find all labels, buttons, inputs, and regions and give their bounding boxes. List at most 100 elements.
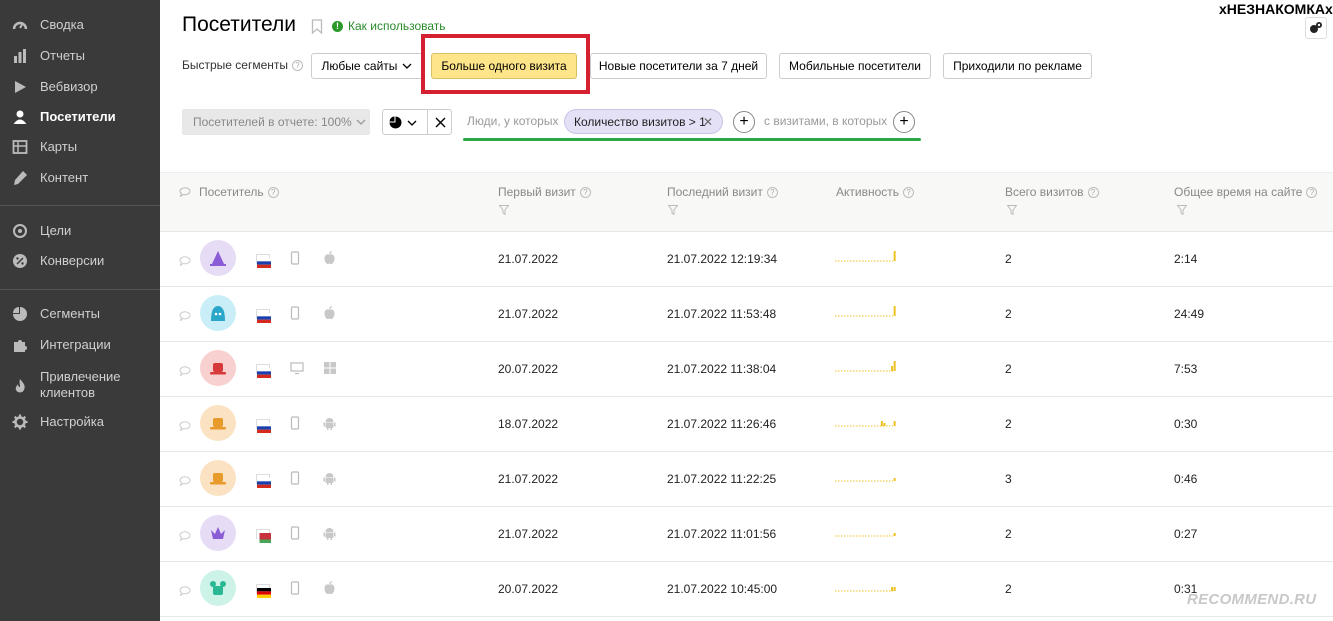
avatar[interactable] (200, 460, 236, 496)
last-visit-cell: 21.07.2022 10:45:00 (667, 582, 778, 596)
windows-icon (323, 361, 337, 380)
comment-icon[interactable] (179, 253, 191, 271)
avatar[interactable] (200, 240, 236, 276)
chevron-down-icon (356, 119, 366, 125)
sidebar-item-acquisition[interactable]: Привлечение клиентов (0, 369, 160, 403)
filter-icon[interactable] (1177, 205, 1187, 215)
comment-icon[interactable] (179, 583, 191, 601)
close-icon[interactable] (435, 117, 446, 128)
username[interactable]: хНЕЗНАКОМКАх (1219, 1, 1333, 17)
comment-icon[interactable] (179, 418, 191, 436)
total-visits-cell: 2 (1005, 527, 1012, 541)
add-people-condition-button[interactable]: + (733, 111, 755, 133)
avatar[interactable] (200, 350, 236, 386)
help-icon[interactable]: ? (292, 59, 304, 71)
bookmark-icon[interactable] (311, 19, 323, 39)
sidebar-item-visitors[interactable]: Посетители (0, 103, 160, 131)
column-first-visit[interactable]: Первый визит? (498, 185, 591, 199)
activity-sparkline (835, 361, 896, 372)
comment-icon[interactable] (179, 473, 191, 491)
hood-icon (211, 306, 225, 321)
filter-icon[interactable] (1007, 205, 1017, 215)
table-row[interactable]: 21.07.2022 21.07.2022 11:01:56 2 0:27 (160, 507, 1333, 562)
help-icon[interactable]: ? (267, 186, 279, 198)
visit-count-filter-chip[interactable]: Количество визитов > 1 ✕ (564, 109, 723, 134)
how-to-use-link[interactable]: ! Как использовать (332, 19, 446, 33)
reports-bars-icon (11, 47, 29, 65)
column-total-visits[interactable]: Всего визитов? (1005, 185, 1099, 199)
column-visitor[interactable]: Посетитель ? (179, 185, 279, 199)
help-icon[interactable]: ? (579, 186, 591, 198)
russia-flag-icon (256, 474, 271, 488)
add-visit-condition-button[interactable]: + (893, 111, 915, 133)
comment-icon[interactable] (179, 528, 191, 546)
activity-sparkline (835, 306, 896, 317)
gear-icon (11, 413, 29, 431)
help-icon[interactable]: ? (903, 186, 915, 198)
russia-flag-icon (256, 254, 271, 268)
sidebar-item-label: Вебвизор (40, 79, 98, 94)
pie-icon (11, 305, 29, 323)
pencil-icon (11, 169, 29, 187)
hat-icon (210, 473, 226, 485)
avatar[interactable] (200, 570, 236, 606)
sidebar-item-segments[interactable]: Сегменты (0, 300, 160, 328)
sidebar-item-summary[interactable]: Сводка (0, 11, 160, 39)
remove-filter-icon[interactable]: ✕ (703, 115, 713, 129)
sidebar: Сводка Отчеты Вебвизор Посетители Карты … (0, 0, 160, 621)
comment-icon[interactable] (179, 363, 191, 381)
first-visit-cell: 21.07.2022 (498, 307, 559, 321)
sidebar-divider (0, 205, 160, 206)
activity-sparkline (835, 251, 896, 262)
phone-icon (290, 251, 300, 270)
segment-mobile-visitors-button[interactable]: Мобильные посетители (779, 53, 931, 79)
table-row[interactable]: 21.07.2022 21.07.2022 11:22:25 3 0:46 (160, 452, 1333, 507)
help-icon[interactable]: ? (1087, 186, 1099, 198)
segment-from-ads-button[interactable]: Приходили по рекламе (943, 53, 1092, 79)
mouse-ears-icon (210, 581, 226, 595)
sidebar-item-integrations[interactable]: Интеграции (0, 331, 160, 359)
avatar[interactable] (200, 515, 236, 551)
percent-icon (11, 252, 29, 270)
filter-underline (463, 138, 921, 141)
visitors-in-report-dropdown[interactable]: Посетителей в отчете: 100% (182, 109, 370, 135)
help-icon[interactable]: ? (1306, 186, 1318, 198)
target-icon (11, 222, 29, 240)
any-sites-dropdown[interactable]: Любые сайты (311, 53, 423, 79)
table-row[interactable]: 20.07.2022 21.07.2022 10:45:00 2 0:31 (160, 562, 1333, 617)
table-row[interactable]: 18.07.2022 21.07.2022 11:26:46 2 0:30 (160, 397, 1333, 452)
comment-icon[interactable] (179, 308, 191, 326)
total-visits-cell: 2 (1005, 362, 1012, 376)
filter-icon[interactable] (499, 205, 509, 215)
flame-icon (11, 377, 29, 395)
sidebar-item-content[interactable]: Контент (0, 164, 160, 192)
sidebar-item-label: Посетители (40, 109, 116, 124)
column-last-visit[interactable]: Последний визит? (667, 185, 778, 199)
sidebar-item-settings[interactable]: Настройка (0, 408, 160, 436)
pie-icon (389, 116, 402, 129)
sidebar-item-maps[interactable]: Карты (0, 133, 160, 161)
user-avatar[interactable] (1305, 17, 1327, 39)
russia-flag-icon (256, 364, 271, 378)
table-row[interactable]: 21.07.2022 21.07.2022 11:53:48 2 24:49 (160, 287, 1333, 342)
table-row[interactable]: 20.07.2022 21.07.2022 11:38:04 2 7:53 (160, 342, 1333, 397)
total-visits-cell: 2 (1005, 307, 1012, 321)
hat-icon (210, 363, 226, 375)
sidebar-item-label: Сегменты (40, 306, 101, 321)
sidebar-item-reports[interactable]: Отчеты (0, 42, 160, 70)
sidebar-item-goals[interactable]: Цели (0, 217, 160, 245)
help-icon[interactable]: ? (766, 186, 778, 198)
column-total-time[interactable]: Общее время на сайте? (1174, 185, 1318, 199)
avatar[interactable] (200, 295, 236, 331)
sidebar-item-webvisor[interactable]: Вебвизор (0, 73, 160, 101)
avatar[interactable] (200, 405, 236, 441)
segment-type-selector[interactable] (382, 109, 452, 135)
column-activity[interactable]: Активность? (836, 185, 915, 199)
segment-new-visitors-button[interactable]: Новые посетители за 7 дней (590, 53, 767, 79)
chevron-down-icon (402, 63, 412, 69)
sidebar-item-conversions[interactable]: Конверсии (0, 247, 160, 275)
highlight-frame (421, 34, 590, 94)
filter-icon[interactable] (668, 205, 678, 215)
table-row[interactable]: 21.07.2022 21.07.2022 12:19:34 2 2:14 (160, 232, 1333, 287)
first-visit-cell: 20.07.2022 (498, 582, 559, 596)
